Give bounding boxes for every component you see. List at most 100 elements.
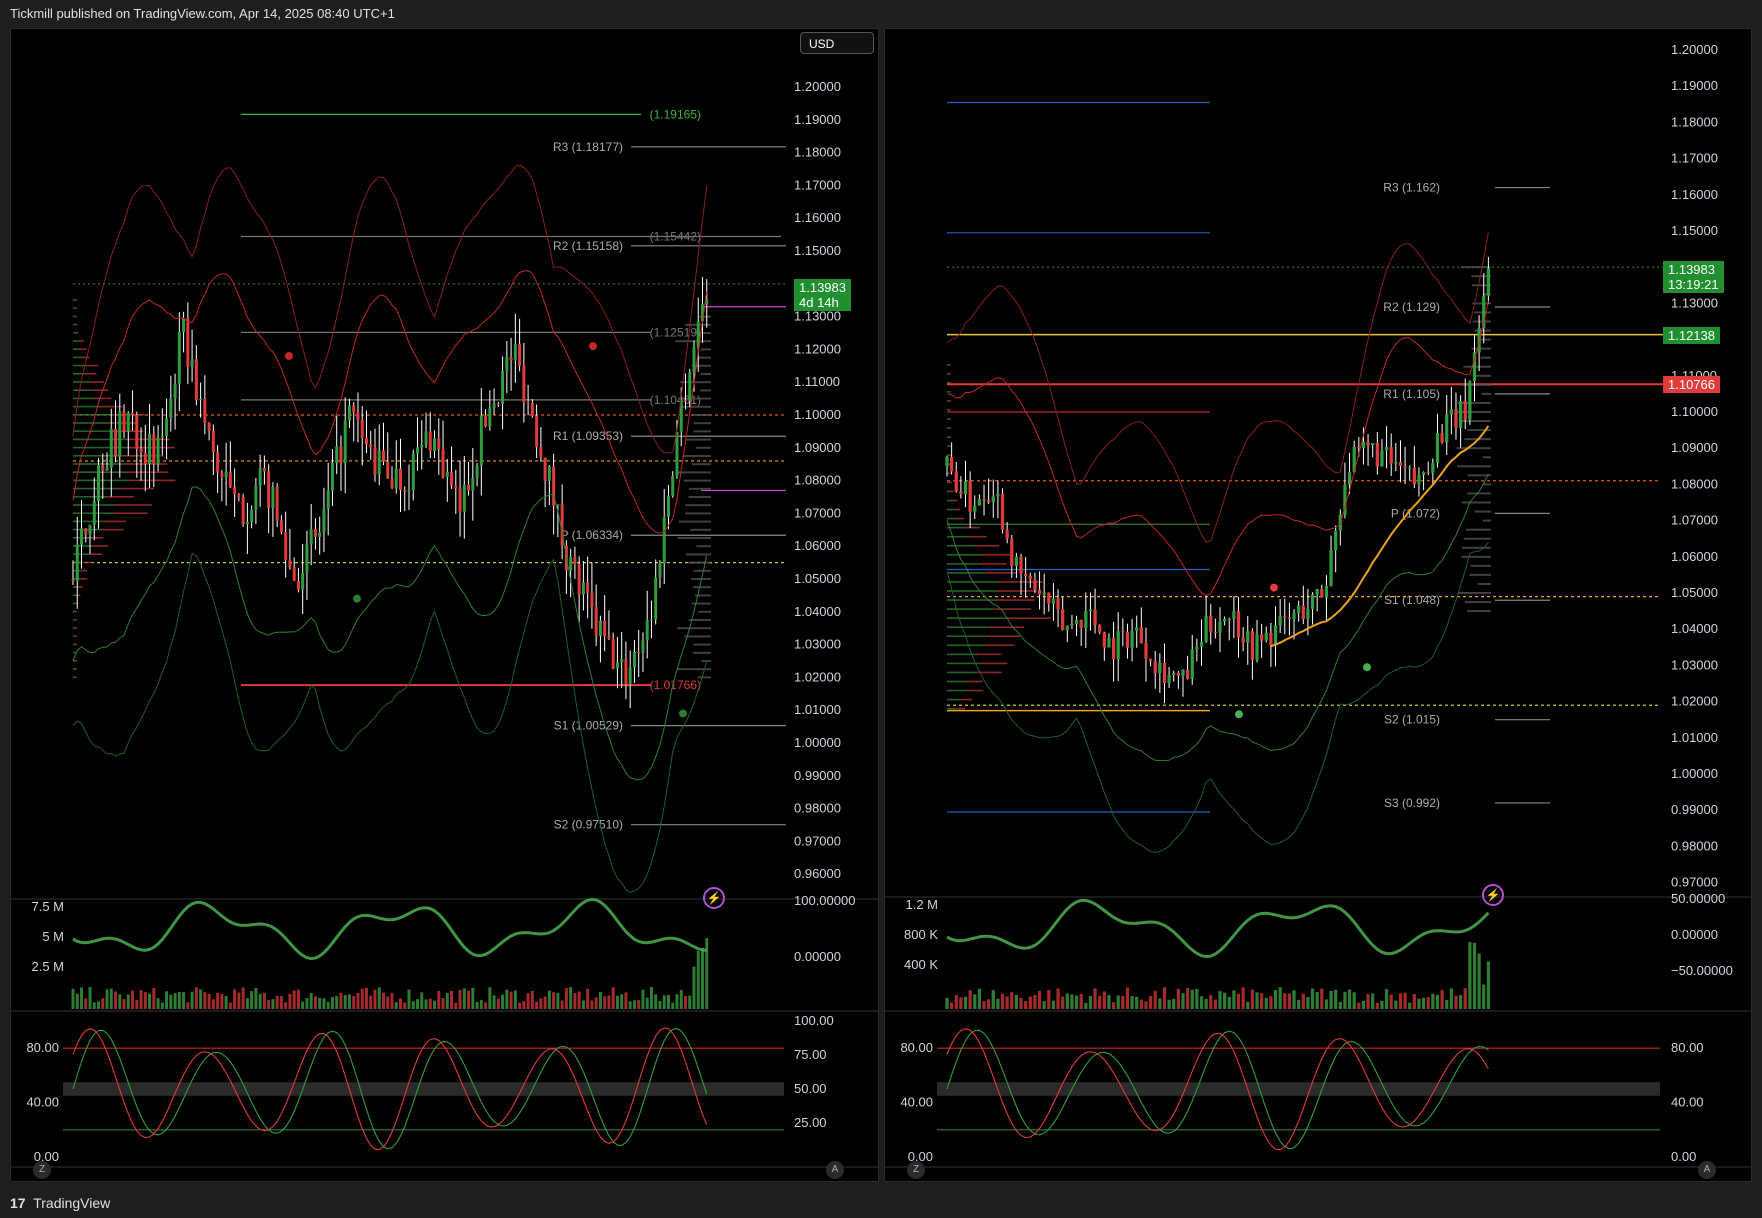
volume-profile-bar — [113, 512, 148, 514]
volume-bar — [1195, 988, 1199, 1009]
volume-profile-bar — [73, 479, 130, 482]
pivot-p-label: P (1.06334) — [561, 528, 624, 542]
volume-bar — [496, 998, 500, 1009]
candle-body — [1426, 472, 1430, 474]
candle-body — [292, 567, 296, 582]
session-profile-bar — [1469, 573, 1491, 576]
pivot-r1-label: R1 (1.105) — [1383, 387, 1440, 401]
volume-bar — [594, 997, 598, 1009]
volume-profile-bar — [73, 553, 89, 555]
volume-bar — [1352, 992, 1356, 1009]
time-axis-label: 2025 — [1164, 1181, 1193, 1182]
volume-profile-bar — [947, 454, 950, 457]
band-line — [72, 164, 708, 454]
volume-bar — [1398, 993, 1403, 1009]
candle-body — [445, 471, 449, 477]
volume-profile-bar — [75, 315, 77, 318]
price-tick-label: 1.01000 — [1671, 730, 1718, 745]
volume-bar — [271, 999, 275, 1009]
candle-body — [360, 420, 364, 439]
volume-bar — [322, 998, 326, 1009]
left-auto-scale-button[interactable]: A — [826, 1161, 844, 1179]
volume-bar — [1061, 996, 1065, 1009]
candle-body — [1176, 672, 1180, 676]
candle-body — [586, 582, 590, 593]
volume-bar — [959, 997, 963, 1009]
time-axis-label: Jul — [496, 1181, 513, 1182]
volume-tick-label: 400 K — [904, 957, 938, 972]
candle-body — [330, 462, 334, 491]
right-zoom-reset-button[interactable]: Z — [907, 1161, 925, 1179]
candle-body — [1403, 465, 1407, 468]
volume-bar — [394, 1002, 398, 1009]
volume-bar — [671, 1002, 675, 1009]
volume-bar — [424, 999, 428, 1009]
pivot-r2-label: R2 (1.129) — [1383, 300, 1440, 314]
left-zoom-reset-button[interactable]: Z — [33, 1161, 51, 1179]
candle-body — [1107, 637, 1111, 648]
right-auto-scale-button[interactable]: A — [1698, 1161, 1716, 1179]
volume-bar — [991, 990, 995, 1009]
volume-bar — [1255, 992, 1259, 1009]
session-profile-bar — [676, 471, 711, 474]
candle-body — [1148, 658, 1153, 662]
volume-bar — [624, 992, 628, 1009]
osc-right-tick: 25.00 — [794, 1115, 827, 1130]
volume-bar — [1135, 996, 1139, 1009]
price-tick-label: 1.05000 — [794, 571, 841, 586]
volume-bar — [275, 995, 279, 1009]
candle-body — [1463, 401, 1467, 420]
candle-body — [573, 556, 577, 565]
candle-body — [271, 487, 275, 508]
candle-body — [611, 638, 615, 669]
volume-bar — [233, 989, 237, 1009]
candle-body — [1042, 592, 1046, 595]
volume-bar — [543, 996, 547, 1009]
session-profile-bar — [1457, 411, 1491, 413]
left-lightning-icon[interactable]: ⚡ — [703, 887, 725, 909]
volume-profile-bar — [950, 490, 954, 493]
candle-body — [428, 431, 432, 451]
candle-body — [1199, 641, 1204, 647]
volume-bar — [1070, 994, 1074, 1009]
candle-body — [471, 477, 475, 491]
session-profile-bar — [1477, 582, 1491, 585]
left-chart-panel[interactable]: USD 1.20000 1.19000 1.18000 1.17000 1.16000 1… — [10, 28, 879, 1182]
volume-profile-bar — [947, 409, 950, 411]
candle-body — [262, 467, 266, 472]
volume-bar — [416, 999, 420, 1009]
volume-bar — [1084, 1002, 1088, 1009]
volume-bar — [982, 1000, 986, 1009]
volume-profile-bar — [129, 479, 176, 482]
pivot-r2-label: R2 (1.15158) — [553, 239, 623, 253]
right-chart-panel[interactable]: 1.20000 1.19000 1.18000 1.17000 1.16000 1.150… — [884, 28, 1752, 1182]
candle-body — [1264, 632, 1268, 641]
volume-oscillator-line — [946, 898, 1490, 959]
volume-bar — [535, 1001, 539, 1009]
candle-body — [467, 484, 471, 491]
right-lightning-icon[interactable]: ⚡ — [1482, 884, 1504, 906]
volume-bar — [1334, 989, 1338, 1009]
session-profile-bar — [1460, 266, 1491, 269]
volume-bar — [1199, 996, 1204, 1009]
volume-bar — [1287, 993, 1292, 1009]
price-tick-label: 0.97000 — [794, 833, 841, 848]
right-chart-canvas[interactable]: 1.20000 1.19000 1.18000 1.17000 1.16000 1.150… — [885, 29, 1752, 1182]
session-profile-bar — [685, 504, 711, 507]
volume-profile-bar — [960, 698, 973, 701]
volume-profile-bar — [949, 472, 951, 475]
session-profile-bar — [1474, 510, 1491, 513]
left-chart-canvas[interactable]: 1.20000 1.19000 1.18000 1.17000 1.16000 1.150… — [11, 29, 879, 1182]
candle-body — [143, 452, 147, 464]
volume-profile-bar — [80, 569, 88, 572]
volume-profile-bar — [73, 373, 86, 375]
candle-body — [1172, 672, 1176, 675]
volume-profile-bar — [75, 668, 77, 670]
volume-bar — [207, 993, 211, 1009]
candle-body — [603, 620, 607, 637]
session-profile-bar — [1462, 546, 1491, 549]
candle-body — [407, 490, 411, 492]
volume-bar — [122, 999, 126, 1009]
volume-profile-bar — [75, 627, 77, 629]
candle-body — [258, 467, 262, 486]
